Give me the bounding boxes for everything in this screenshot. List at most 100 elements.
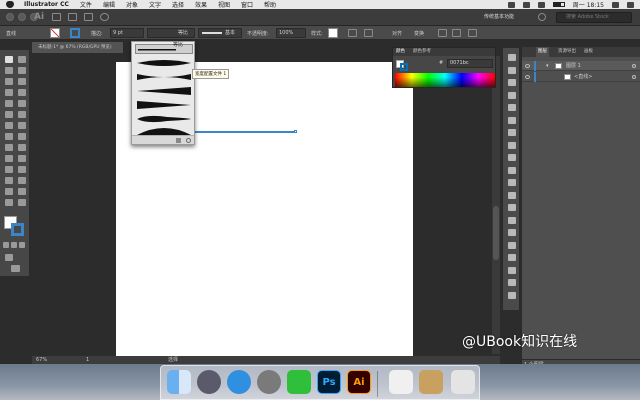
battery-icon[interactable] [552,2,565,7]
profile-1[interactable] [135,57,193,67]
align-to-icon[interactable] [364,29,373,37]
artboard-tool-icon[interactable] [5,188,13,195]
width-tool-icon[interactable] [5,133,13,140]
tab-artboards[interactable]: 画板 [584,47,593,57]
symbol-sprayer-tool-icon[interactable] [5,177,13,184]
opacity-field[interactable]: 100% [276,28,306,38]
color-stroke-indicator[interactable] [400,63,408,71]
layer-name[interactable]: 图层 1 [566,61,581,71]
flip-horizontal-icon[interactable] [438,29,447,37]
wifi-icon[interactable] [537,1,545,8]
photoshop-icon[interactable]: Ps [317,370,341,394]
graphic-style-swatch[interactable] [328,28,338,38]
recolor-artwork-icon[interactable] [348,29,357,37]
system-preferences-icon[interactable] [257,370,281,394]
sublayer-row[interactable]: <直线> [522,72,640,82]
direct-selection-tool-icon[interactable] [18,56,26,63]
lasso-tool-icon[interactable] [18,67,26,74]
documents-stack-icon[interactable] [419,370,443,394]
sync-icon[interactable] [538,13,546,21]
links-panel-icon[interactable] [508,279,516,286]
blend-tool-icon[interactable] [18,166,26,173]
screen-mode-icon[interactable] [11,265,20,272]
stock-search-input[interactable]: 搜索 Adobe Stock [556,12,632,23]
stock-icon[interactable] [68,13,77,21]
trash-icon[interactable] [451,370,475,394]
gradient-tool-icon[interactable] [18,155,26,162]
menu-app-name[interactable]: Illustrator CC [24,1,69,8]
transform-panel-icon[interactable] [508,216,516,224]
hex-color-field[interactable]: 0071bc [447,59,493,68]
minimize-window-button[interactable] [18,13,26,21]
stroke-weight-field[interactable]: 9 pt [110,28,144,38]
color-guide-panel-icon[interactable] [508,79,516,86]
illustrator-icon[interactable]: Ai [347,370,371,394]
stroke-panel-icon[interactable] [508,191,516,199]
gpu-performance-icon[interactable] [100,13,109,21]
curvature-tool-icon[interactable] [18,78,26,85]
safari-icon[interactable] [227,370,251,394]
close-window-button[interactable] [6,13,14,21]
drawing-mode-icon[interactable] [5,254,13,261]
paragraph-panel-icon[interactable] [508,254,516,261]
menu-select[interactable]: 选择 [172,0,184,9]
visibility-eye-icon[interactable] [525,64,530,68]
menu-file[interactable]: 文件 [80,0,92,9]
perspective-tool-icon[interactable] [18,144,26,151]
tab-color[interactable]: 颜色 [396,48,405,56]
opentype-panel-icon[interactable] [508,266,516,274]
transform-link[interactable]: 变换 [414,30,424,37]
delete-profile-icon[interactable] [176,138,181,143]
pen-tool-icon[interactable] [5,78,13,85]
canvas-vertical-scrollbar[interactable] [492,56,500,354]
notification-icon[interactable] [627,1,634,8]
stroke-color-icon[interactable] [11,223,24,236]
swatches-panel-icon[interactable] [508,91,516,99]
artboards-dock-panel-icon[interactable] [508,291,516,299]
stroke-swatch[interactable] [70,28,80,38]
properties-panel-icon[interactable] [508,54,516,61]
profile-uniform[interactable] [135,44,193,54]
expand-layer-icon[interactable]: ▾ [546,61,549,71]
sublayer-target-icon[interactable] [632,75,636,79]
profile-6[interactable] [135,125,193,135]
appearance-panel-icon[interactable] [508,141,516,149]
mesh-tool-icon[interactable] [5,155,13,162]
document-tab[interactable]: 未标题-1* @ 67% (RGB/GPU 预览) [32,42,124,53]
transparency-panel-icon[interactable] [508,166,516,174]
profile-3[interactable] [135,85,193,95]
menu-help[interactable]: 帮助 [264,0,276,9]
menu-type[interactable]: 文字 [149,0,161,9]
align-panel-icon[interactable] [508,204,516,211]
menu-object[interactable]: 对象 [126,0,138,9]
color-spectrum[interactable] [395,73,495,87]
isolate-group-icon[interactable] [468,29,477,37]
tab-color-guide[interactable]: 颜色参考 [413,48,431,56]
pathfinder-panel-icon[interactable] [508,229,516,236]
bridge-icon[interactable] [52,13,61,21]
eraser-tool-icon[interactable] [18,111,26,118]
character-panel-icon[interactable] [508,241,516,249]
graph-tool-icon[interactable] [18,177,26,184]
libraries-panel-icon[interactable] [508,66,516,74]
gradient-panel-icon[interactable] [508,179,516,186]
profile-5[interactable] [135,113,193,123]
paintbrush-tool-icon[interactable] [18,100,26,107]
type-tool-icon[interactable] [5,89,13,96]
visibility-eye-icon[interactable] [525,75,530,79]
tab-asset-export[interactable]: 资源导出 [558,47,576,57]
menubar-clock[interactable]: 周一 18:15 [573,0,604,9]
line-tool-icon[interactable] [18,89,26,96]
selected-line-path[interactable] [190,131,296,133]
sublayer-name[interactable]: <直线> [574,72,592,82]
arrange-documents-icon[interactable] [84,13,93,21]
profile-4[interactable] [135,99,193,109]
gradient-mode-icon[interactable] [11,242,17,248]
apple-icon[interactable] [6,1,14,8]
menu-effect[interactable]: 效果 [195,0,207,9]
fill-swatch[interactable] [50,28,60,38]
none-mode-icon[interactable] [19,242,25,248]
graphic-styles-panel-icon[interactable] [508,129,516,136]
eyedropper-tool-icon[interactable] [5,166,13,173]
magic-wand-tool-icon[interactable] [5,67,13,74]
